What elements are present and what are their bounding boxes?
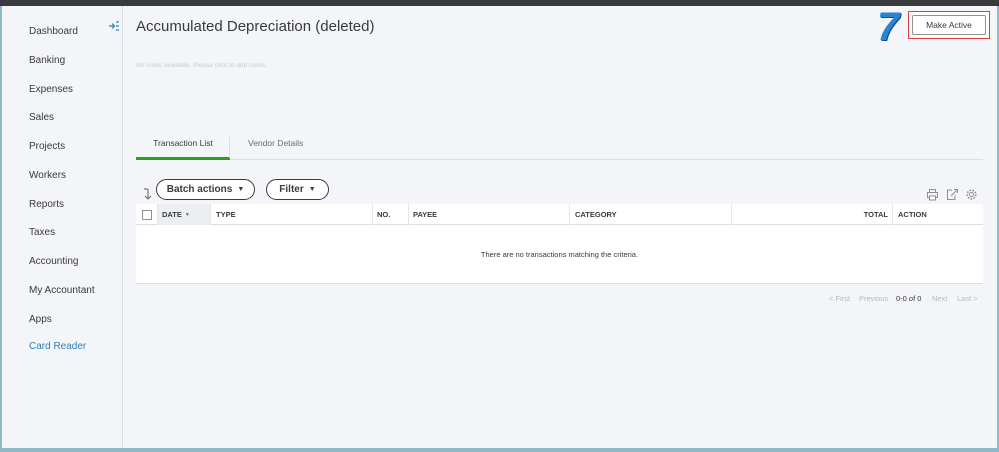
select-all-checkbox[interactable] bbox=[142, 210, 152, 220]
make-active-button[interactable]: Make Active bbox=[912, 15, 986, 35]
column-separator bbox=[892, 204, 893, 225]
window-frame-bottom bbox=[0, 448, 999, 452]
chevron-down-icon: ▼ bbox=[308, 186, 316, 193]
transactions-table: DATE ▼ TYPE NO. PAYEE CATEGORY TOTAL ACT… bbox=[136, 204, 983, 284]
page-title: Accumulated Depreciation (deleted) bbox=[136, 18, 375, 35]
column-separator bbox=[372, 204, 373, 225]
batch-actions-label: Batch actions bbox=[166, 184, 233, 195]
column-header-no[interactable]: NO. bbox=[377, 204, 390, 225]
top-bar bbox=[0, 0, 999, 6]
filter-label: Filter bbox=[279, 184, 304, 195]
pagination-next[interactable]: Next bbox=[932, 294, 947, 303]
sidebar-item-taxes[interactable]: Taxes bbox=[29, 227, 55, 238]
column-header-total[interactable]: TOTAL bbox=[736, 204, 888, 225]
export-icon[interactable] bbox=[946, 188, 959, 201]
sidebar-item-apps[interactable]: Apps bbox=[29, 314, 52, 325]
column-separator bbox=[210, 204, 211, 225]
tabs-underline bbox=[136, 159, 983, 160]
column-header-category[interactable]: CATEGORY bbox=[575, 204, 617, 225]
pagination-previous[interactable]: Previous bbox=[859, 294, 888, 303]
sidebar-item-dashboard[interactable]: Dashboard bbox=[29, 26, 78, 37]
sidebar-item-banking[interactable]: Banking bbox=[29, 55, 65, 66]
column-separator bbox=[157, 204, 158, 225]
column-separator bbox=[569, 204, 570, 225]
sidebar-item-accounting[interactable]: Accounting bbox=[29, 256, 78, 267]
column-header-action: ACTION bbox=[898, 210, 927, 219]
pagination-first[interactable]: < First bbox=[829, 294, 850, 303]
column-header-payee[interactable]: PAYEE bbox=[413, 204, 437, 225]
column-separator bbox=[731, 204, 732, 225]
chevron-down-icon: ▼ bbox=[237, 186, 245, 193]
column-header-date[interactable]: DATE ▼ bbox=[162, 204, 190, 225]
pagination-last[interactable]: Last > bbox=[957, 294, 978, 303]
sidebar-item-reports[interactable]: Reports bbox=[29, 199, 64, 210]
filter-button[interactable]: Filter ▼ bbox=[266, 179, 329, 200]
sidebar-item-sales[interactable]: Sales bbox=[29, 112, 54, 123]
sidebar-item-workers[interactable]: Workers bbox=[29, 170, 66, 181]
sidebar-item-card-reader[interactable]: Card Reader bbox=[29, 341, 86, 352]
sort-indicator-icon: ▼ bbox=[184, 211, 190, 218]
sidebar: Dashboard Banking Expenses Sales Project… bbox=[2, 6, 123, 448]
notes-field[interactable]: No notes available. Please click to add … bbox=[136, 62, 267, 69]
sidebar-item-my-accountant[interactable]: My Accountant bbox=[29, 285, 95, 296]
column-header-type[interactable]: TYPE bbox=[216, 204, 236, 225]
active-tab-indicator bbox=[136, 157, 230, 160]
column-separator bbox=[408, 204, 409, 225]
tab-divider bbox=[229, 137, 230, 158]
step-number-annotation: 7 bbox=[877, 5, 900, 49]
pagination-range: 0-0 of 0 bbox=[896, 294, 922, 303]
tab-vendor-details[interactable]: Vendor Details bbox=[248, 138, 303, 148]
settings-icon[interactable] bbox=[965, 188, 978, 201]
sidebar-item-projects[interactable]: Projects bbox=[29, 141, 65, 152]
sort-arrow-icon[interactable] bbox=[142, 188, 152, 200]
empty-state-message: There are no transactions matching the c… bbox=[480, 250, 639, 259]
print-icon[interactable] bbox=[926, 188, 939, 201]
column-header-date-label: DATE bbox=[162, 210, 182, 219]
sidebar-item-expenses[interactable]: Expenses bbox=[29, 84, 73, 95]
collapse-sidebar-icon[interactable] bbox=[108, 20, 120, 32]
tab-transaction-list[interactable]: Transaction List bbox=[136, 138, 230, 148]
batch-actions-button[interactable]: Batch actions ▼ bbox=[156, 179, 255, 200]
table-header: DATE ▼ TYPE NO. PAYEE CATEGORY TOTAL ACT… bbox=[136, 204, 983, 225]
